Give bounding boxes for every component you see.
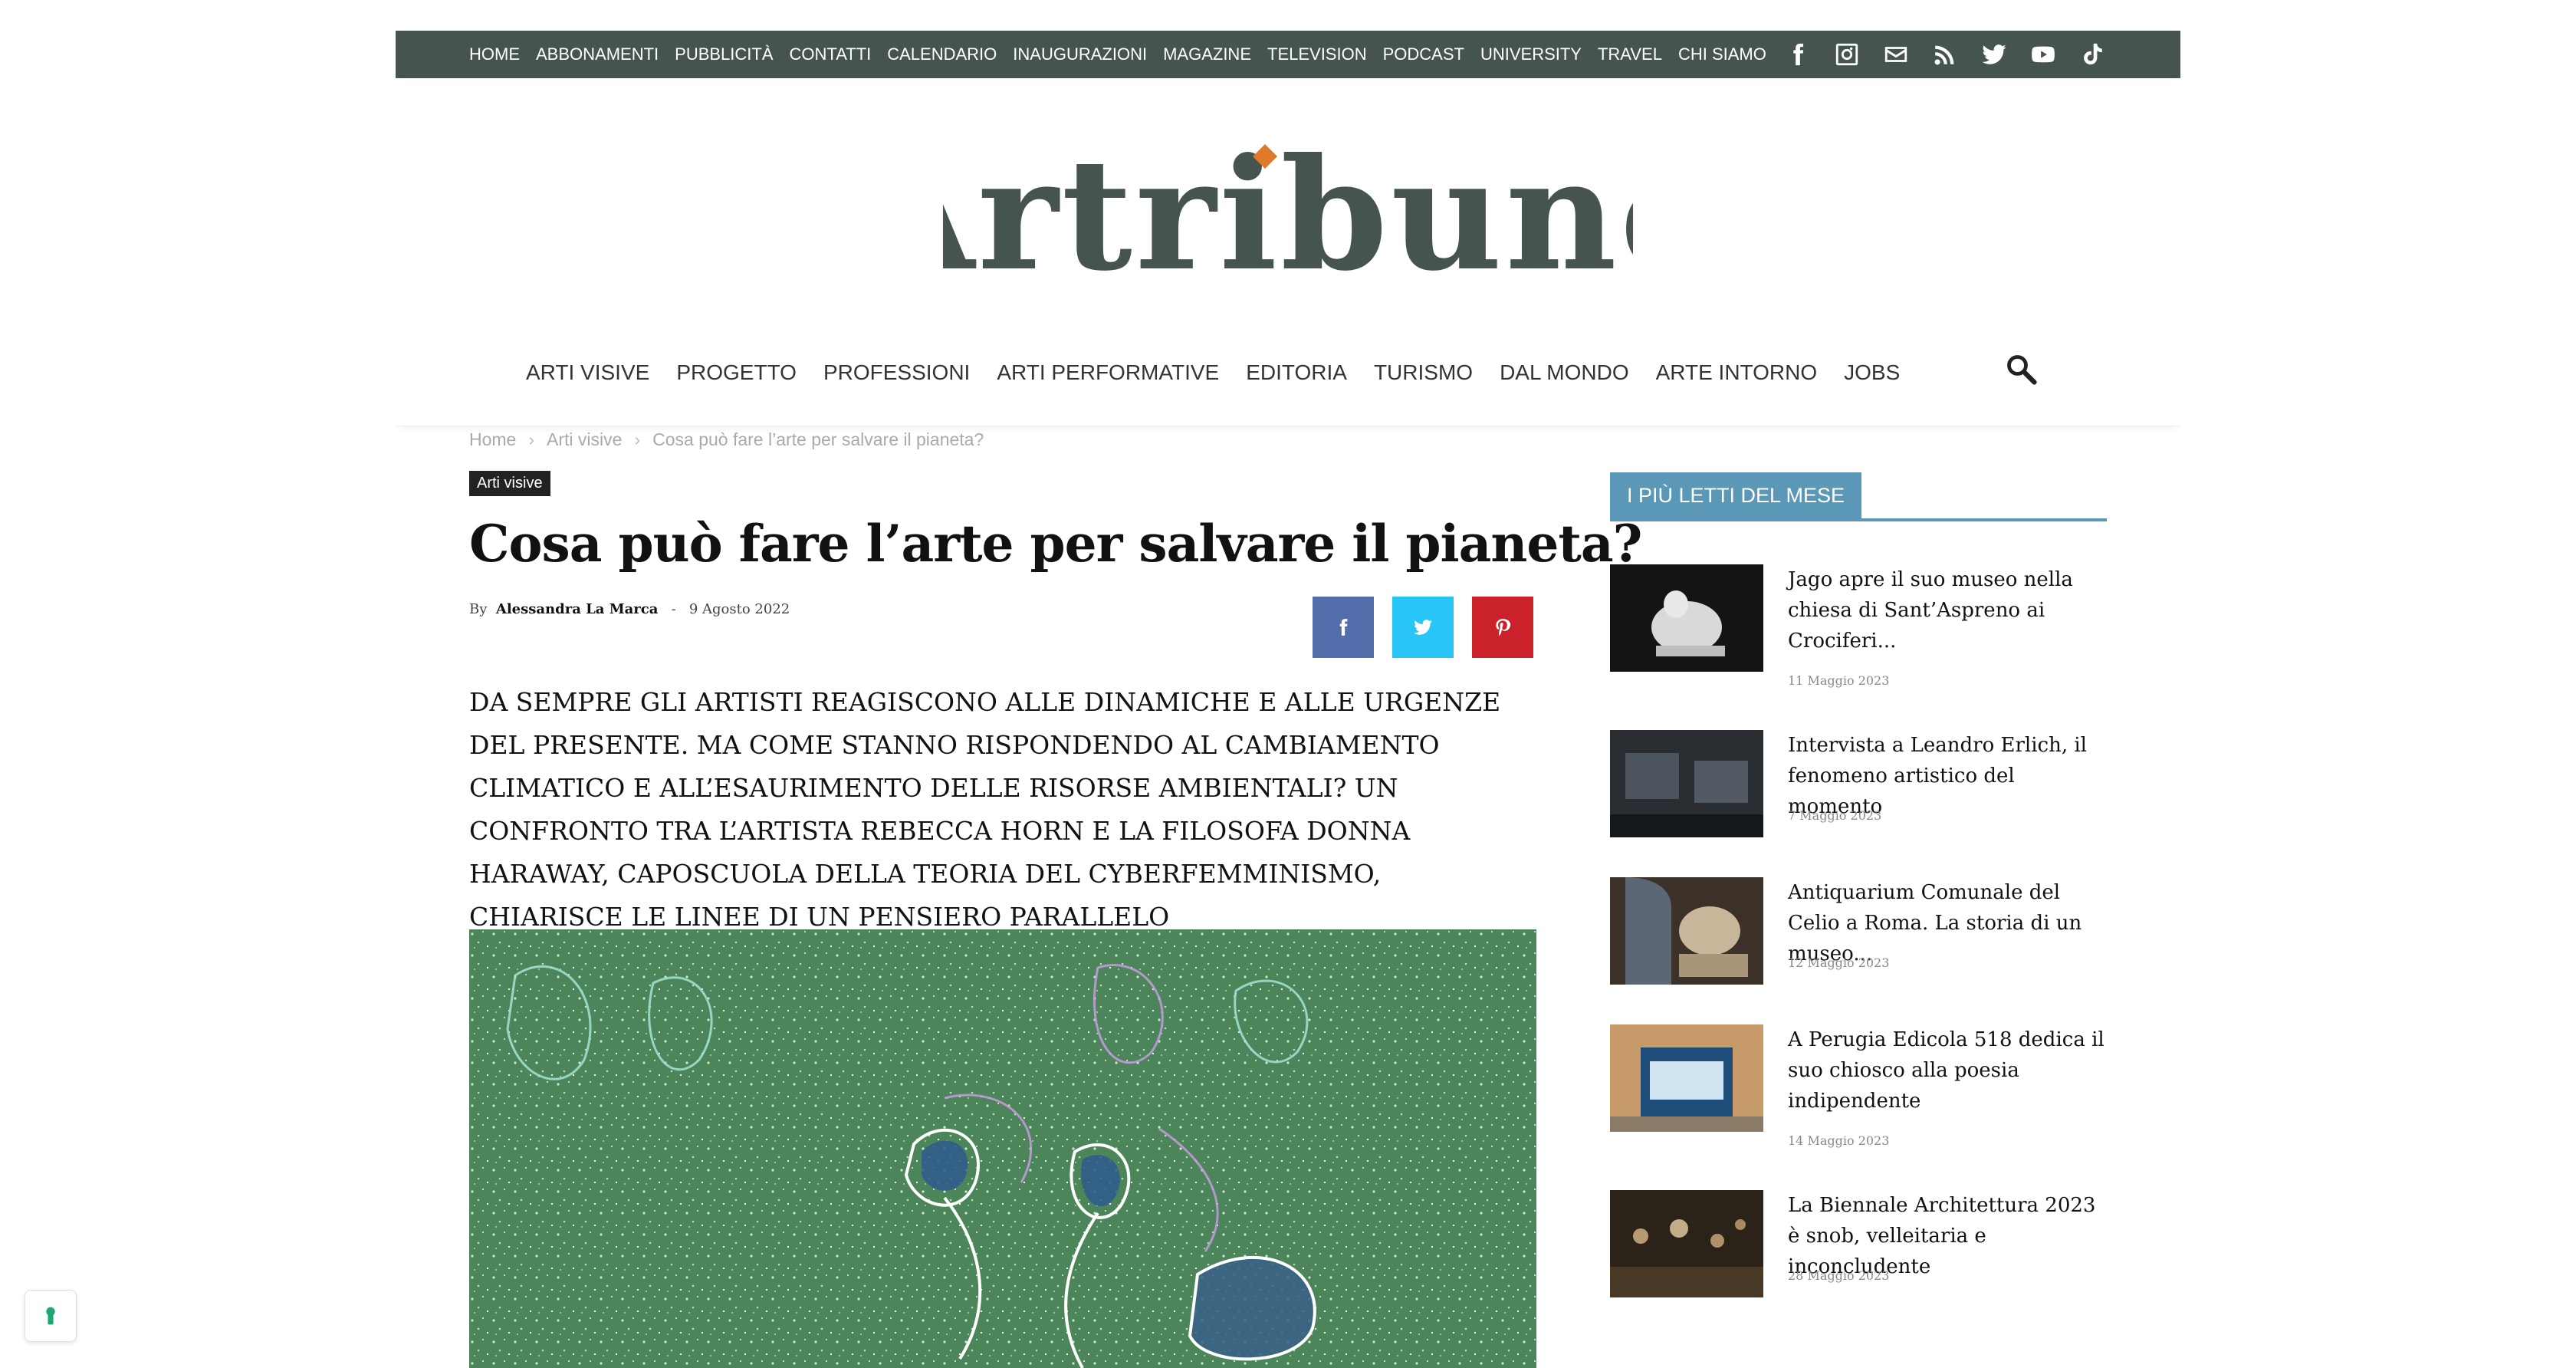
facebook-icon[interactable] (1783, 39, 1813, 70)
share-pinterest-button[interactable] (1472, 597, 1533, 658)
mail-icon[interactable] (1881, 39, 1911, 70)
nav-dal-mondo[interactable]: DAL MONDO (1500, 360, 1629, 385)
share-buttons (1313, 597, 1533, 658)
post-date: 12 Maggio 2023 (1788, 955, 1890, 970)
sidebar-most-read: I PIÙ LETTI DEL MESE Jago apre il suo mu… (1610, 472, 2107, 1297)
byline-dash: - (671, 601, 676, 617)
facebook-icon (1339, 619, 1348, 636)
article-hero-image[interactable] (469, 929, 1536, 1368)
instagram-icon[interactable] (1832, 39, 1862, 70)
breadcrumb-separator: › (634, 429, 641, 449)
category-badge[interactable]: Arti visive (469, 471, 550, 496)
share-facebook-button[interactable] (1313, 597, 1374, 658)
top-bar: HOME ABBONAMENTI PUBBLICITÀ CONTATTI CAL… (396, 31, 2180, 78)
nav-arti-visive[interactable]: ARTI VISIVE (526, 360, 649, 385)
search-icon[interactable] (2005, 353, 2039, 386)
svg-text:Artribune: Artribune (943, 130, 1633, 305)
post-thumbnail[interactable] (1610, 1024, 1763, 1132)
sidebar-heading: I PIÙ LETTI DEL MESE (1610, 472, 2107, 521)
top-nav-chi-siamo[interactable]: CHI SIAMO (1678, 44, 1766, 64)
rss-icon[interactable] (1930, 39, 1960, 70)
nav-editoria[interactable]: EDITORIA (1246, 360, 1347, 385)
privacy-lock-button[interactable] (25, 1290, 77, 1342)
post-title[interactable]: A Perugia Edicola 518 dedica il suo chio… (1788, 1024, 2110, 1116)
article-meta: By Alessandra La Marca - 9 Agosto 2022 (469, 601, 790, 617)
site-logo[interactable]: Artribune (396, 123, 2180, 322)
post-thumbnail[interactable] (1610, 1190, 1763, 1297)
breadcrumb-current: Cosa può fare l’arte per salvare il pian… (652, 429, 984, 449)
page: HOME ABBONAMENTI PUBBLICITÀ CONTATTI CAL… (396, 31, 2180, 1368)
keyhole-icon (46, 1307, 55, 1325)
post-date: 28 Maggio 2023 (1788, 1268, 1890, 1283)
breadcrumb-separator: › (528, 429, 535, 449)
top-nav-home[interactable]: HOME (469, 44, 520, 64)
hero-artwork (469, 929, 1536, 1368)
post-thumbnail[interactable] (1610, 877, 1763, 985)
tiktok-icon[interactable] (2077, 39, 2108, 70)
top-nav-magazine[interactable]: MAGAZINE (1163, 44, 1251, 64)
nav-progetto[interactable]: PROGETTO (676, 360, 797, 385)
nav-jobs[interactable]: JOBS (1844, 360, 1900, 385)
top-nav-travel[interactable]: TRAVEL (1598, 44, 1662, 64)
article-intro: DA SEMPRE GLI ARTISTI REAGISCONO ALLE DI… (469, 687, 1501, 932)
post-date: 14 Maggio 2023 (1788, 1133, 1890, 1148)
nav-arti-performative[interactable]: ARTI PERFORMATIVE (997, 360, 1219, 385)
article-title: Cosa può fare l’arte per salvare il pian… (469, 514, 1642, 574)
top-nav: HOME ABBONAMENTI PUBBLICITÀ CONTATTI CAL… (469, 44, 1783, 64)
breadcrumb-category[interactable]: Arti visive (547, 429, 622, 450)
social-links (1783, 39, 2108, 70)
twitter-icon[interactable] (1979, 39, 2009, 70)
top-nav-podcast[interactable]: PODCAST (1383, 44, 1464, 64)
pinterest-icon (1496, 619, 1511, 636)
breadcrumb: Home › Arti visive › Cosa può fare l’art… (469, 429, 984, 450)
post-thumbnail[interactable] (1610, 564, 1763, 672)
breadcrumb-home[interactable]: Home (469, 429, 516, 450)
main-nav-items: ARTI VISIVE PROGETTO PROFESSIONI ARTI PE… (526, 360, 1927, 385)
byline-prefix: By (469, 601, 488, 617)
post-date: 11 Maggio 2023 (1788, 673, 1890, 688)
post-thumbnail[interactable] (1610, 730, 1763, 837)
twitter-icon (1414, 620, 1432, 635)
top-nav-abbonamenti[interactable]: ABBONAMENTI (536, 44, 659, 64)
top-nav-inaugurazioni[interactable]: INAUGURAZIONI (1013, 44, 1147, 64)
publish-date: 9 Agosto 2022 (688, 601, 790, 617)
post-title[interactable]: Jago apre il suo museo nella chiesa di S… (1788, 564, 2110, 656)
top-nav-university[interactable]: UNIVERSITY (1480, 44, 1582, 64)
main-nav: ARTI VISIVE PROGETTO PROFESSIONI ARTI PE… (396, 337, 2180, 426)
top-nav-contatti[interactable]: CONTATTI (790, 44, 872, 64)
top-nav-television[interactable]: TELEVISION (1267, 44, 1367, 64)
sidebar-heading-label: I PIÙ LETTI DEL MESE (1610, 472, 1862, 518)
youtube-icon[interactable] (2028, 39, 2058, 70)
nav-turismo[interactable]: TURISMO (1374, 360, 1473, 385)
author-link[interactable]: Alessandra La Marca (496, 601, 659, 617)
nav-arte-intorno[interactable]: ARTE INTORNO (1656, 360, 1818, 385)
top-nav-pubblicita[interactable]: PUBBLICITÀ (675, 44, 773, 64)
top-nav-calendario[interactable]: CALENDARIO (887, 44, 997, 64)
post-date: 7 Maggio 2023 (1788, 808, 1882, 823)
share-twitter-button[interactable] (1392, 597, 1454, 658)
nav-professioni[interactable]: PROFESSIONI (823, 360, 970, 385)
artribune-logo: Artribune (943, 130, 1633, 305)
